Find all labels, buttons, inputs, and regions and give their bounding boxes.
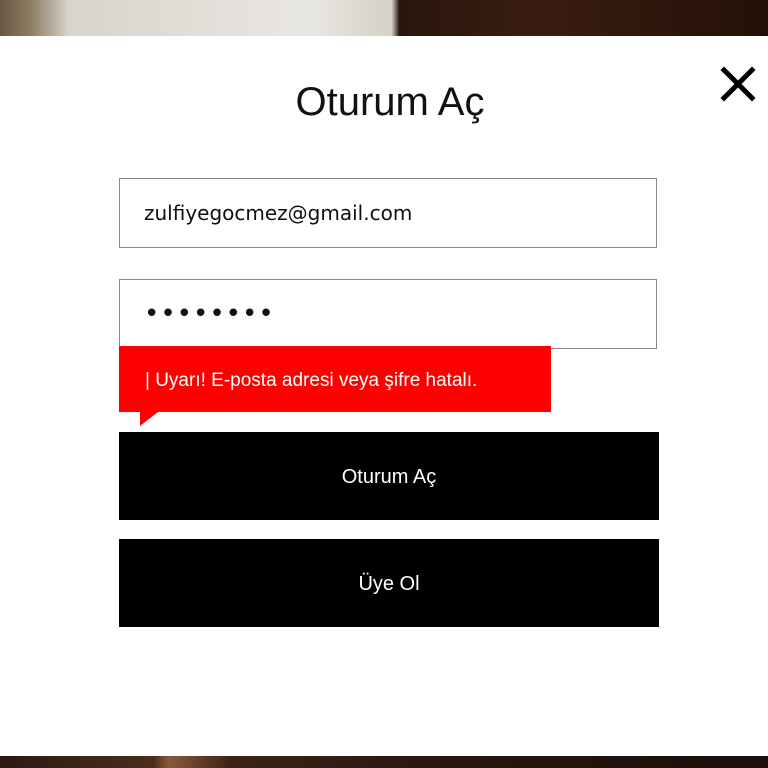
password-field[interactable]	[119, 279, 657, 349]
modal-title: Oturum Aç	[295, 80, 485, 124]
error-tooltip: | Uyarı! E-posta adresi veya şifre hatal…	[119, 346, 551, 412]
error-tooltip-pointer	[140, 412, 158, 426]
register-button[interactable]: Üye Ol	[119, 539, 659, 627]
page-backdrop: Oturum Aç | Uyarı! E-posta adresi veya ş…	[0, 0, 768, 768]
email-field[interactable]	[119, 178, 657, 248]
login-button[interactable]: Oturum Aç	[119, 432, 659, 520]
login-modal: Oturum Aç | Uyarı! E-posta adresi veya ş…	[0, 36, 768, 756]
background-image-bottom	[0, 756, 768, 768]
background-image-top	[0, 0, 768, 36]
